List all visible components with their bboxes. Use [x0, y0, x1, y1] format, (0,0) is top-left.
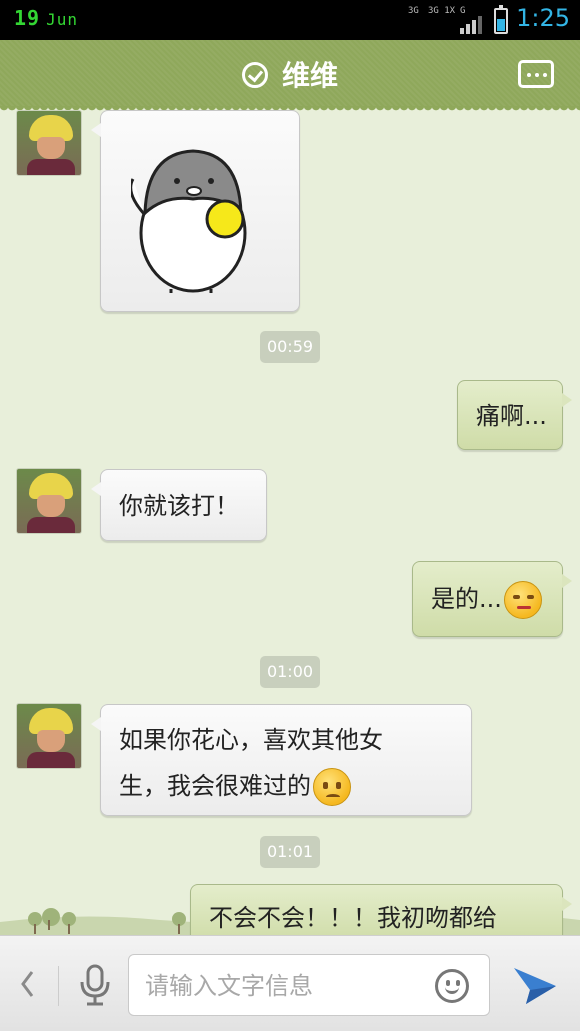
microphone-icon[interactable] [78, 964, 112, 1006]
message-text: 痛啊... [476, 402, 547, 430]
chat-menu-icon[interactable] [518, 60, 554, 88]
incoming-message[interactable]: 你就该打！ [91, 469, 267, 541]
chat-header: 维维 [0, 40, 580, 112]
battery-icon [494, 5, 508, 34]
outgoing-message[interactable]: 是的... [412, 561, 572, 637]
network-3g-label: 3G [408, 6, 419, 16]
signal-bars-icon [460, 14, 484, 34]
status-date-day: 19 [14, 6, 41, 30]
network-icons: 3G 3G 1X G [408, 6, 488, 34]
timestamp: 01:00 [260, 656, 320, 688]
message-input[interactable] [145, 967, 415, 1005]
sad-face-icon [313, 768, 351, 806]
status-bar: 19 Jun 3G 3G 1X G 1:25 [0, 0, 580, 40]
timestamp: 00:59 [260, 331, 320, 363]
message-text-line: 如果你花心，喜欢其他女 [119, 726, 383, 754]
status-date-month: Jun [46, 10, 78, 29]
status-time: 1:25 [516, 4, 570, 32]
contact-avatar[interactable] [16, 110, 82, 176]
annoyed-face-icon [503, 581, 542, 619]
incoming-message[interactable]: 如果你花心，喜欢其他女 生，我会很难过的 [91, 704, 472, 816]
divider [58, 966, 59, 1006]
message-text-line: 生，我会很难过的 [119, 772, 311, 800]
chevron-left-icon[interactable] [20, 970, 36, 998]
contact-avatar[interactable] [16, 703, 82, 769]
message-input-wrapper [128, 954, 490, 1016]
chat-title: 维维 [281, 59, 338, 92]
sticker-bubble[interactable] [91, 110, 300, 312]
outgoing-message[interactable]: 痛啊... [457, 380, 572, 450]
smiley-icon[interactable] [435, 969, 469, 1003]
paper-plane-icon[interactable] [512, 964, 558, 1006]
penguin-holding-ball-icon [131, 149, 247, 293]
timestamp: 01:01 [260, 836, 320, 868]
verified-check-icon [241, 62, 268, 88]
message-text: 不会不会！！！我初吻都给 [209, 904, 497, 932]
message-text: 你就该打！ [119, 492, 239, 520]
chat-title-wrap: 维维 [0, 54, 580, 94]
message-input-bar [0, 935, 580, 1031]
network-3g1x-label: 3G 1X [428, 6, 456, 16]
message-text: 是的... [431, 585, 502, 613]
contact-avatar[interactable] [16, 468, 82, 534]
status-date: 19 Jun [14, 6, 78, 30]
